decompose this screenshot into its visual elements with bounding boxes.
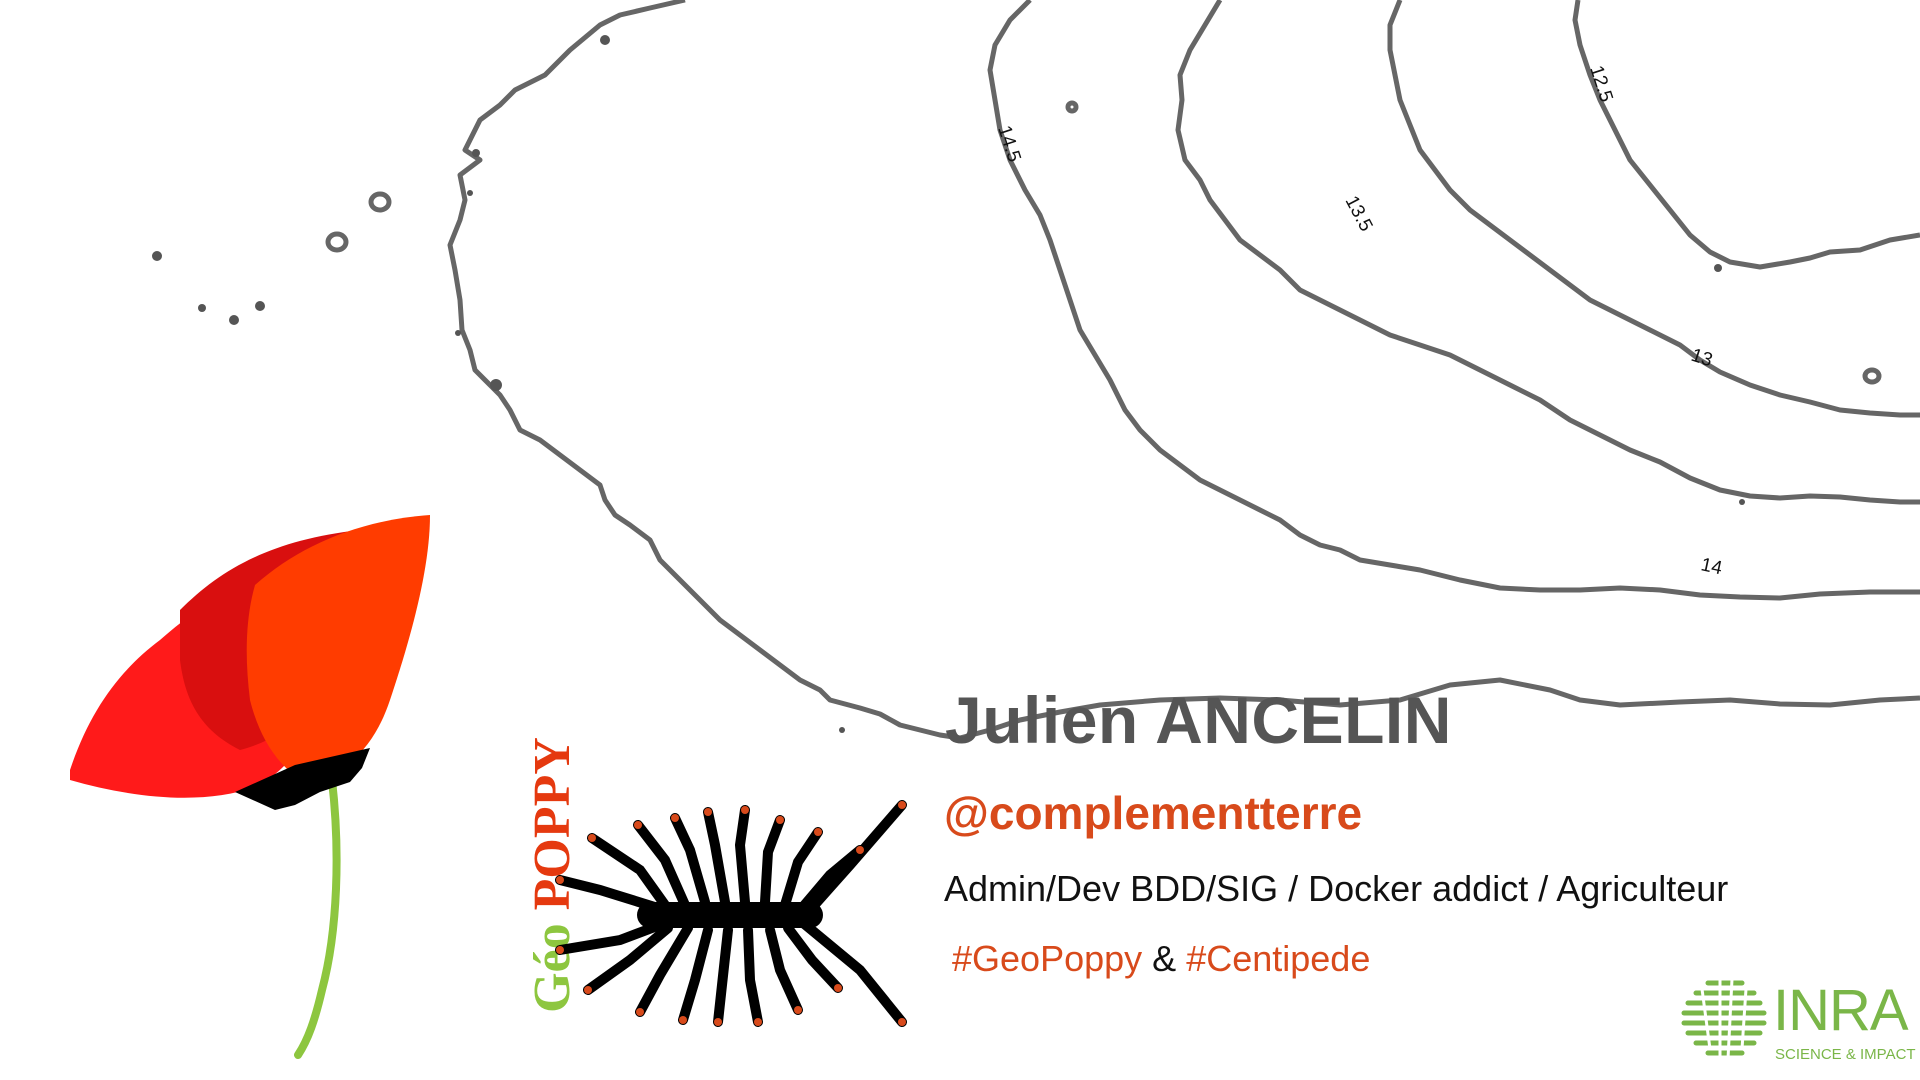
hashtag-geopoppy: #GeoPoppy <box>952 938 1143 979</box>
hashtags: #GeoPoppy & #Centipede <box>952 938 1370 980</box>
contour-line-14.5 <box>987 0 1920 601</box>
inra-logo-text: INRA <box>1773 978 1909 1043</box>
poppy-stem <box>294 776 341 1059</box>
poppy-flower-illustration <box>70 515 430 1059</box>
contour-label-14: 14 <box>1699 554 1724 579</box>
contour-label-13.5: 13.5 <box>1341 192 1377 235</box>
contour-line-outer <box>447 0 1920 741</box>
presenter-roles: Admin/Dev BDD/SIG / Docker addict / Agri… <box>944 868 1729 909</box>
contour-line-13.5 <box>1175 0 1920 505</box>
contour-line-12.5 <box>1572 0 1920 270</box>
centipede-illustration <box>555 800 907 1027</box>
inra-tagline: SCIENCE & IMPACT <box>1775 1046 1916 1063</box>
hashtag-separator: & <box>1152 938 1177 979</box>
hashtag-centipede: #Centipede <box>1186 938 1371 979</box>
contour-line-13 <box>1387 0 1920 418</box>
presenter-name: Julien ANCELIN <box>945 683 1452 757</box>
contour-label-12.5: 12.5 <box>1585 63 1616 105</box>
contour-label-14.5: 14.5 <box>993 123 1024 165</box>
presenter-handle: @complementterre <box>944 787 1363 839</box>
